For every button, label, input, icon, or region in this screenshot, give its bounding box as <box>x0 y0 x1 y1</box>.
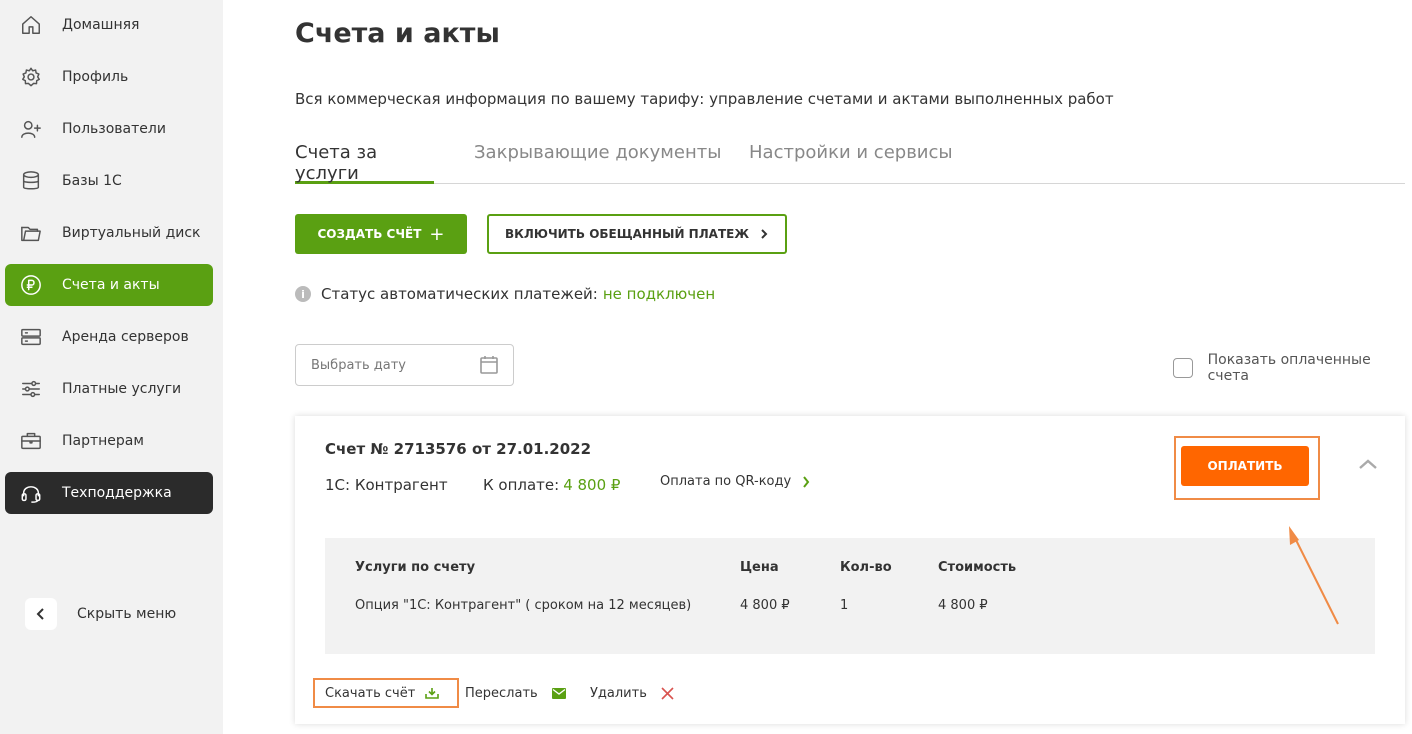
sidebar-item-label: Базы 1С <box>62 173 122 189</box>
table-header: Цена <box>740 560 779 575</box>
page-title: Счета и акты <box>295 18 500 49</box>
add-user-icon <box>19 117 43 141</box>
table-cell: 4 800 ₽ <box>938 598 988 613</box>
promised-payment-button[interactable]: ВКЛЮЧИТЬ ОБЕЩАННЫЙ ПЛАТЕЖ <box>487 214 787 254</box>
tab-settings[interactable]: Настройки и сервисы <box>749 142 953 184</box>
collapse-button[interactable] <box>1357 456 1379 470</box>
qr-payment-link[interactable]: Оплата по QR-коду <box>660 474 811 489</box>
mail-icon <box>551 687 566 699</box>
pay-button[interactable]: ОПЛАТИТЬ <box>1181 446 1309 486</box>
sidebar-item-databases[interactable]: Базы 1С <box>5 160 213 202</box>
sidebar-item-label: Аренда серверов <box>62 329 189 345</box>
gear-icon <box>19 65 43 89</box>
page-subtitle: Вся коммерческая информация по вашему та… <box>295 90 1114 108</box>
sidebar-item-partners[interactable]: Партнерам <box>5 420 213 462</box>
sidebar-item-label: Домашняя <box>62 17 140 33</box>
status-value: не подключен <box>602 285 716 303</box>
table-header: Кол-во <box>840 560 892 575</box>
invoice-card: Счет № 2713576 от 27.01.2022 1С: Контраг… <box>295 416 1405 724</box>
chevron-up-icon <box>1359 459 1377 469</box>
server-icon <box>19 325 43 349</box>
show-paid-checkbox[interactable]: Показать оплаченные счета <box>1173 352 1412 384</box>
forward-invoice-button[interactable]: Переслать <box>465 678 566 708</box>
invoice-due: К оплате: 4 800 ₽ <box>483 476 620 494</box>
tab-closing-documents[interactable]: Закрывающие документы <box>474 142 721 184</box>
table-cell: 1 <box>840 598 849 613</box>
sidebar-item-users[interactable]: Пользователи <box>5 108 213 150</box>
chevron-right-icon <box>761 229 768 239</box>
sidebar-item-label: Техподдержка <box>62 485 172 501</box>
sidebar-item-label: Профиль <box>62 69 129 85</box>
sidebar-item-label: Виртуальный диск <box>62 225 201 241</box>
forward-label: Переслать <box>465 685 538 701</box>
download-label: Скачать счёт <box>325 685 416 701</box>
sidebar-item-label: Партнерам <box>62 433 144 449</box>
tabs-bar: Счета за услуги Закрывающие документы На… <box>295 142 1405 184</box>
table-cell: Опция "1С: Контрагент" ( сроком на 12 ме… <box>355 598 692 613</box>
delete-label: Удалить <box>590 685 647 701</box>
folder-icon <box>19 221 43 245</box>
due-amount: 4 800 ₽ <box>563 476 621 494</box>
sidebar-item-virtual-disk[interactable]: Виртуальный диск <box>5 212 213 254</box>
tab-invoices[interactable]: Счета за услуги <box>295 142 434 184</box>
invoice-service: 1С: Контрагент <box>325 476 448 494</box>
qr-payment-label: Оплата по QR-коду <box>660 474 792 489</box>
database-icon <box>19 169 43 193</box>
sidebar: Домашняя Профиль Пользователи Базы 1С Ви… <box>0 0 223 734</box>
sidebar-item-invoices[interactable]: Счета и акты <box>5 264 213 306</box>
date-picker[interactable] <box>295 344 514 386</box>
sidebar-item-label: Пользователи <box>62 121 166 137</box>
sidebar-item-label: Счета и акты <box>62 277 160 293</box>
status-label: Статус автоматических платежей: <box>321 285 598 303</box>
sliders-icon <box>19 377 43 401</box>
sidebar-item-support[interactable]: Техподдержка <box>5 472 213 514</box>
sidebar-item-home[interactable]: Домашняя <box>5 4 213 46</box>
chevron-left-icon <box>25 598 57 630</box>
table-cell: 4 800 ₽ <box>740 598 790 613</box>
table-header: Стоимость <box>938 560 1017 575</box>
checkbox-box[interactable] <box>1173 358 1193 378</box>
hide-menu-button[interactable]: Скрыть меню <box>25 598 176 630</box>
sidebar-item-label: Платные услуги <box>62 381 182 397</box>
create-invoice-label: СОЗДАТЬ СЧЁТ <box>317 227 422 241</box>
home-icon <box>19 13 43 37</box>
chevron-right-icon <box>803 475 810 488</box>
auto-payment-status: i Статус автоматических платежей: не под… <box>295 285 715 303</box>
sidebar-item-servers[interactable]: Аренда серверов <box>5 316 213 358</box>
hide-menu-label: Скрыть меню <box>77 606 177 622</box>
show-paid-label: Показать оплаченные счета <box>1207 352 1371 384</box>
promised-payment-label: ВКЛЮЧИТЬ ОБЕЩАННЫЙ ПЛАТЕЖ <box>504 227 750 241</box>
sidebar-item-profile[interactable]: Профиль <box>5 56 213 98</box>
ruble-icon <box>19 273 43 297</box>
download-invoice-button[interactable]: Скачать счёт <box>313 678 459 708</box>
briefcase-icon <box>19 429 43 453</box>
plus-icon: + <box>429 223 445 245</box>
invoice-title: Счет № 2713576 от 27.01.2022 <box>325 440 592 458</box>
create-invoice-button[interactable]: СОЗДАТЬ СЧЁТ + <box>295 214 467 254</box>
due-label: К оплате: <box>483 476 560 494</box>
sidebar-item-paid-services[interactable]: Платные услуги <box>5 368 213 410</box>
download-icon <box>425 688 440 699</box>
table-header: Услуги по счету <box>355 560 476 575</box>
headset-icon <box>19 481 43 505</box>
close-icon <box>661 686 674 700</box>
calendar-icon[interactable] <box>479 355 499 375</box>
date-input[interactable] <box>296 345 466 385</box>
info-icon: i <box>295 286 311 302</box>
services-table: Услуги по счету Цена Кол-во Стоимость Оп… <box>325 538 1375 654</box>
delete-invoice-button[interactable]: Удалить <box>590 678 674 708</box>
